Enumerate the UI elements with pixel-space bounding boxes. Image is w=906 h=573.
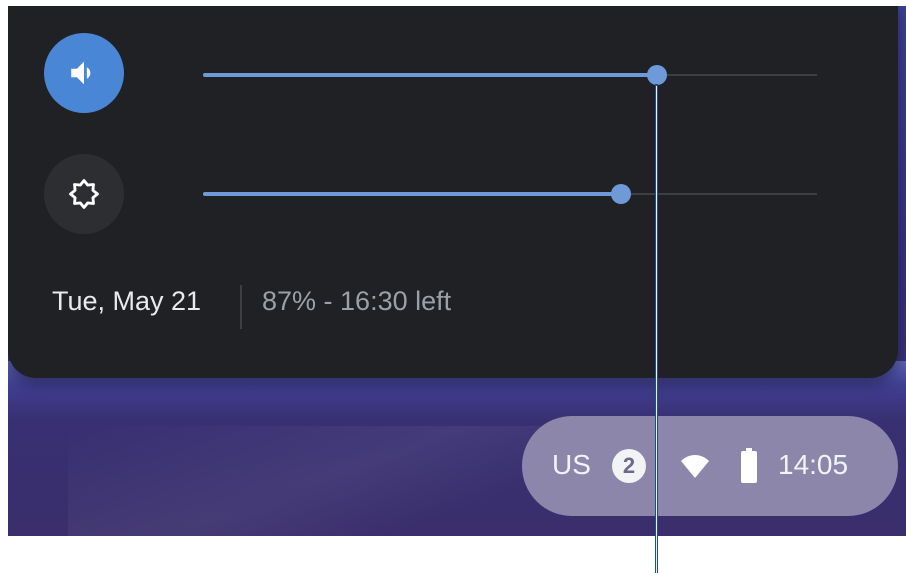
- divider: [240, 285, 242, 329]
- wifi-icon: [681, 455, 709, 478]
- status-area-button[interactable]: US 2 14:05: [522, 416, 898, 516]
- volume-mute-button[interactable]: [44, 33, 124, 113]
- callout-line-highlight: [656, 86, 657, 573]
- notification-count-badge[interactable]: 2: [612, 449, 646, 483]
- volume-slider-thumb[interactable]: [647, 65, 668, 85]
- brightness-button[interactable]: [44, 154, 124, 234]
- brightness-icon: [69, 179, 99, 209]
- volume-slider[interactable]: [203, 65, 817, 85]
- battery-status-label[interactable]: 87% - 16:30 left: [262, 286, 451, 317]
- chromeos-screen: Tue, May 21 87% - 16:30 left US 2 14:05: [8, 6, 906, 536]
- speaker-icon: [71, 61, 91, 85]
- brightness-slider-thumb[interactable]: [610, 184, 631, 204]
- date-label[interactable]: Tue, May 21: [52, 286, 201, 317]
- brightness-slider-fill: [203, 192, 621, 196]
- quick-settings-panel: Tue, May 21 87% - 16:30 left: [8, 6, 898, 378]
- clock[interactable]: 14:05: [778, 449, 848, 481]
- brightness-slider[interactable]: [203, 184, 817, 204]
- battery-icon: [741, 448, 757, 483]
- ime-indicator[interactable]: US: [552, 449, 591, 481]
- volume-slider-fill: [203, 73, 658, 77]
